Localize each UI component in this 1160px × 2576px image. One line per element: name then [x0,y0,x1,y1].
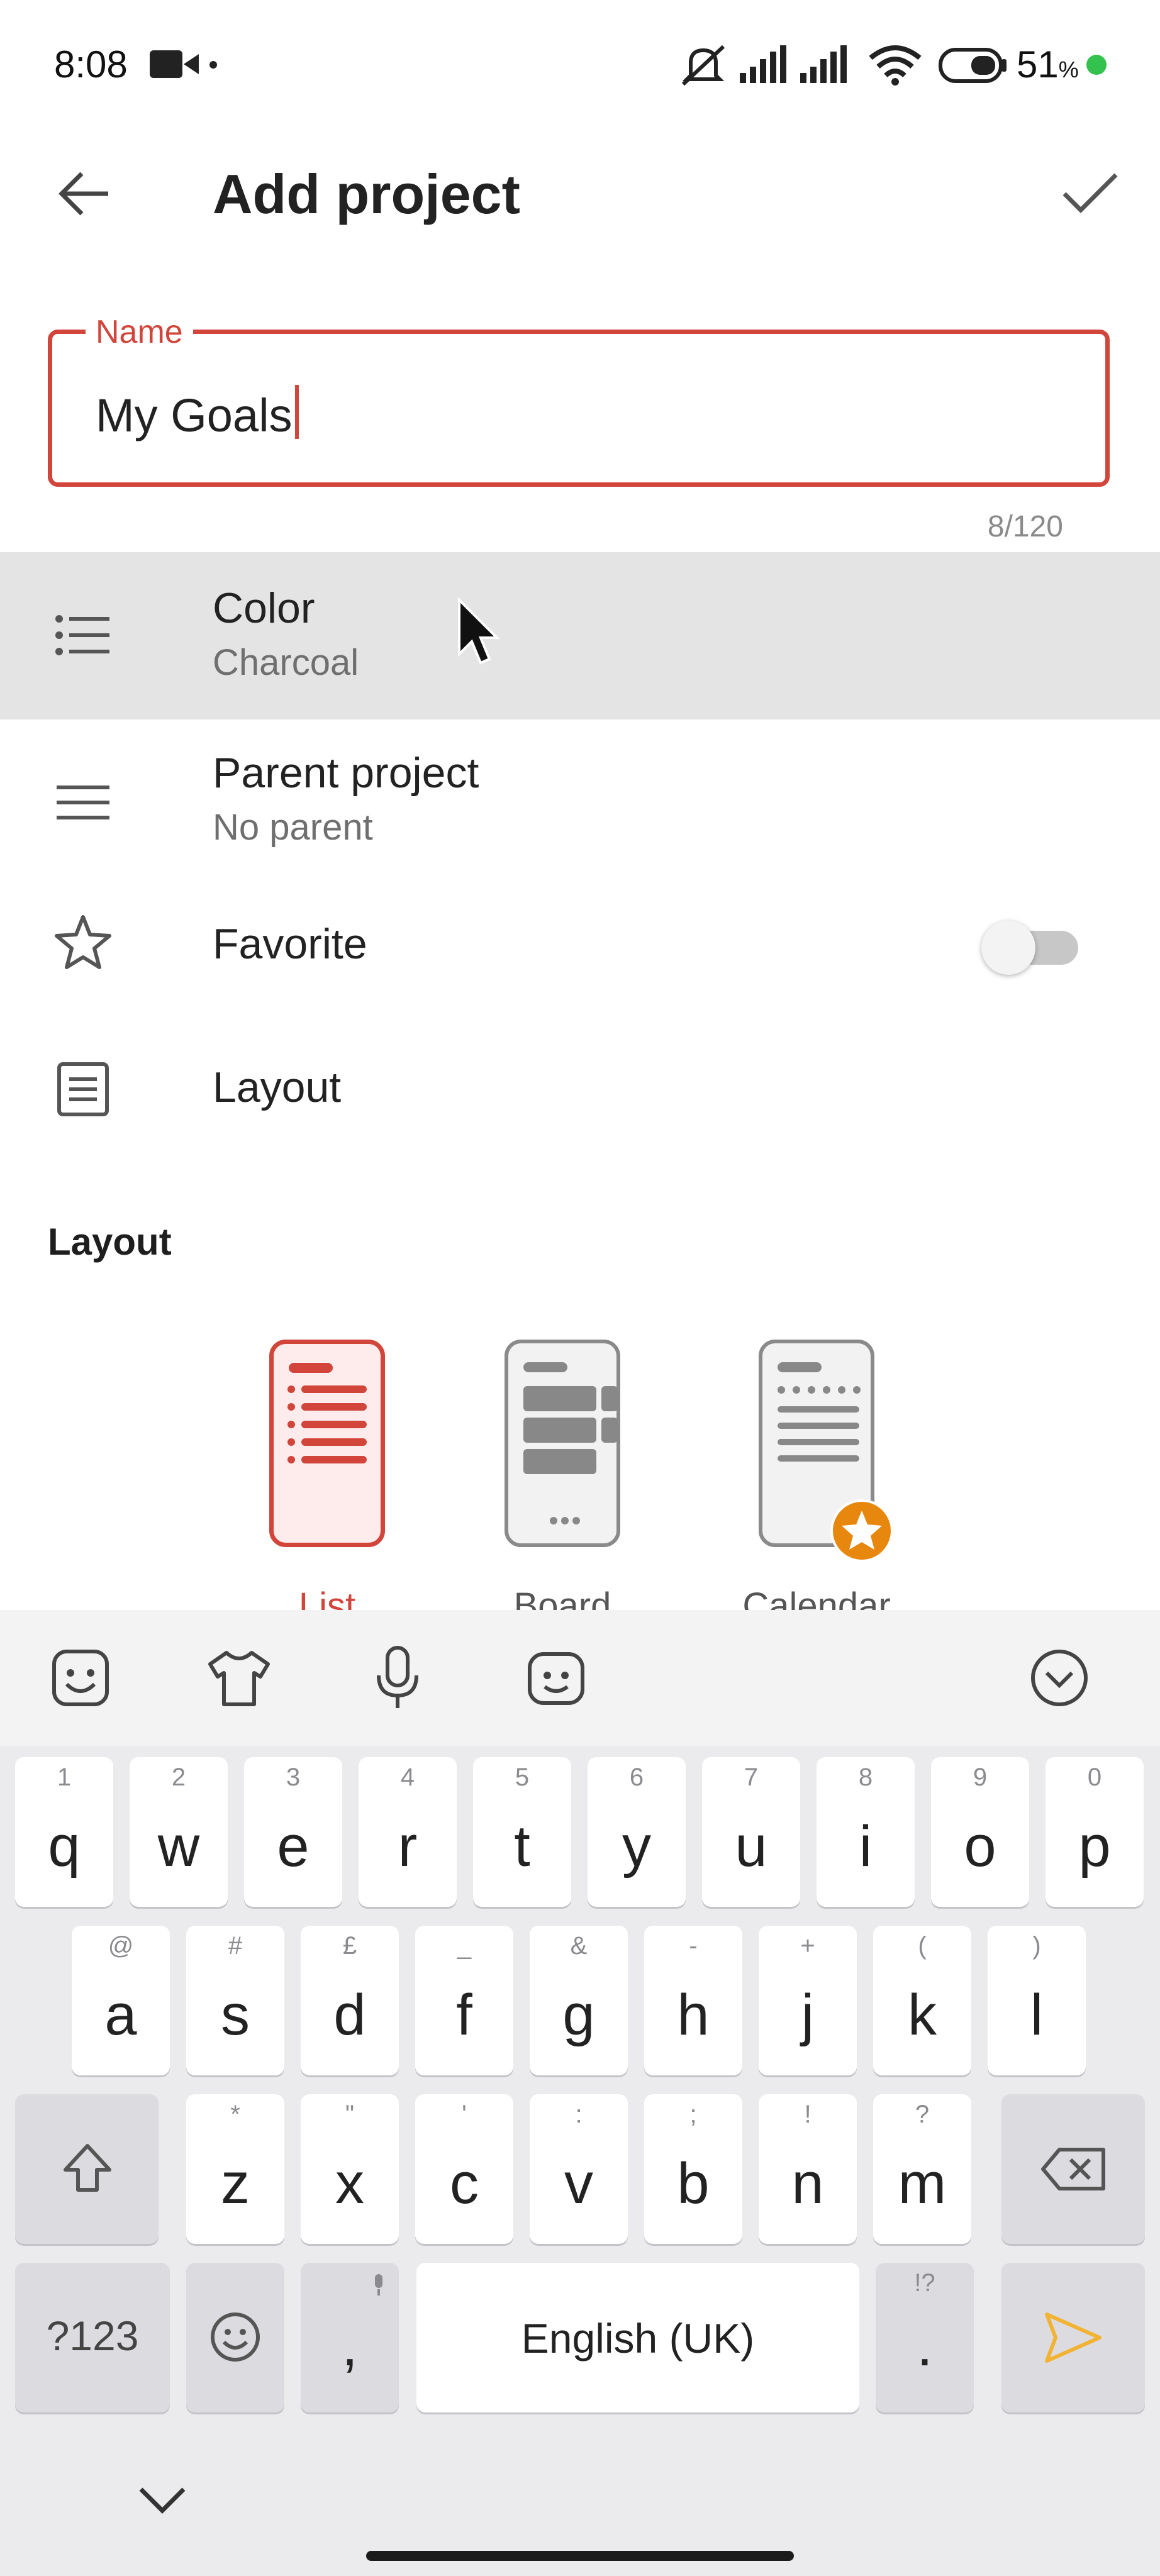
key-o[interactable]: 9o [931,1757,1029,1907]
favorite-label: Favorite [213,920,367,968]
status-time: 8:08 [54,43,128,86]
keyboard [0,1610,1160,2576]
key-g[interactable]: & g [530,1926,628,2075]
mic-hint-icon [375,2274,382,2296]
star-outline-icon [55,915,111,969]
board-layout-icon [523,1362,618,1524]
backspace-key[interactable] [1001,2094,1145,2244]
parent-project-label: Parent project [213,749,479,797]
shift-key[interactable] [15,2094,159,2244]
name-input-value[interactable]: My Goals [96,385,299,442]
keyboard-toolbar [0,1610,1160,1746]
layout-option-list[interactable] [269,1340,385,1547]
key-a[interactable]: @ a [72,1926,170,2075]
dot-icon [209,61,217,69]
signal-icon [800,45,847,83]
key-k[interactable]: (k [873,1926,971,2075]
status-bar: 8:08 51% [0,0,1160,132]
charging-dot-icon [1086,55,1107,75]
collapse-keyboard-icon[interactable] [1029,1648,1090,1708]
color-label: Color [213,584,315,632]
key-x[interactable]: " x [301,2094,399,2244]
key-h[interactable]: -h [644,1926,742,2075]
emoji-sticker-icon[interactable] [50,1648,111,1708]
layout-option-board[interactable] [505,1340,620,1547]
parent-project-row[interactable]: Parent project No parent [0,719,1160,887]
hide-keyboard-chevron-icon[interactable] [137,2484,187,2516]
send-key[interactable] [1001,2263,1145,2412]
battery-percent: 51% [1017,43,1079,86]
space-key[interactable]: English (UK) [416,2263,859,2412]
layout-section-heading: Layout [48,1221,172,1263]
list-dots-icon [55,615,109,655]
mouse-cursor-icon [458,597,500,665]
backspace-icon [1041,2148,1105,2190]
key-e[interactable]: 3e [244,1757,342,1907]
key-r[interactable]: 4r [359,1757,457,1907]
microphone-icon[interactable] [374,1645,421,1711]
mute-bell-icon [681,45,725,86]
layout-label: Layout [213,1063,342,1111]
favorite-toggle-knob[interactable] [981,921,1035,975]
key-z[interactable]: * z [186,2094,284,2244]
page-title: Add project [213,163,520,225]
key-t[interactable]: 5t [473,1757,571,1907]
battery-icon [939,48,1007,83]
text-caret [294,385,299,439]
key-u[interactable]: 7u [702,1757,800,1907]
key-j[interactable]: + j [759,1926,857,2075]
color-value: Charcoal [213,642,359,683]
key-m[interactable]: ? m [873,2094,971,2244]
key-v[interactable]: :v [530,2094,628,2244]
face-icon[interactable] [526,1648,586,1708]
parent-project-value: No parent [213,807,373,848]
shift-arrow-icon [64,2144,111,2192]
list-layout-icon [287,1363,367,1463]
shirt-icon[interactable] [208,1649,270,1707]
color-row[interactable]: Color Charcoal [0,552,1160,719]
key-d[interactable]: £ d [301,1926,399,2075]
key-q[interactable]: 1q [15,1757,113,1907]
signal-icon [740,45,786,83]
arrow-left-icon[interactable] [58,170,111,218]
name-char-counter: 8/120 [987,510,1063,543]
document-icon [57,1062,109,1116]
key-p[interactable]: 0p [1046,1757,1144,1907]
key-w[interactable]: 2w [130,1757,228,1907]
star-badge-icon [830,1499,893,1562]
video-camera-icon [150,50,199,78]
key-f[interactable]: _ f [415,1926,513,2075]
key-s[interactable]: # s [186,1926,284,2075]
lines-icon [57,786,109,819]
gesture-nav-bar[interactable] [366,2551,794,2561]
send-arrow-icon [1045,2312,1101,2363]
emoji-key[interactable] [186,2263,284,2412]
key-l[interactable]: ) l [988,1926,1086,2075]
key-i[interactable]: 8i [817,1757,915,1907]
wifi-icon [869,45,922,86]
key-y[interactable]: 6y [588,1757,686,1907]
smiley-icon [211,2312,260,2362]
symbols-key[interactable]: ?123 [15,2263,170,2412]
period-key[interactable]: !?. [876,2263,974,2412]
key-c[interactable]: ' c [415,2094,513,2244]
checkmark-icon[interactable] [1062,171,1118,215]
layout-row[interactable]: Layout [0,1033,1160,1146]
key-b[interactable]: ; b [644,2094,742,2244]
comma-key[interactable]: , [301,2263,399,2412]
name-field-label: Name [86,313,193,351]
key-n[interactable]: ! n [759,2094,857,2244]
calendar-layout-icon [778,1362,861,1462]
